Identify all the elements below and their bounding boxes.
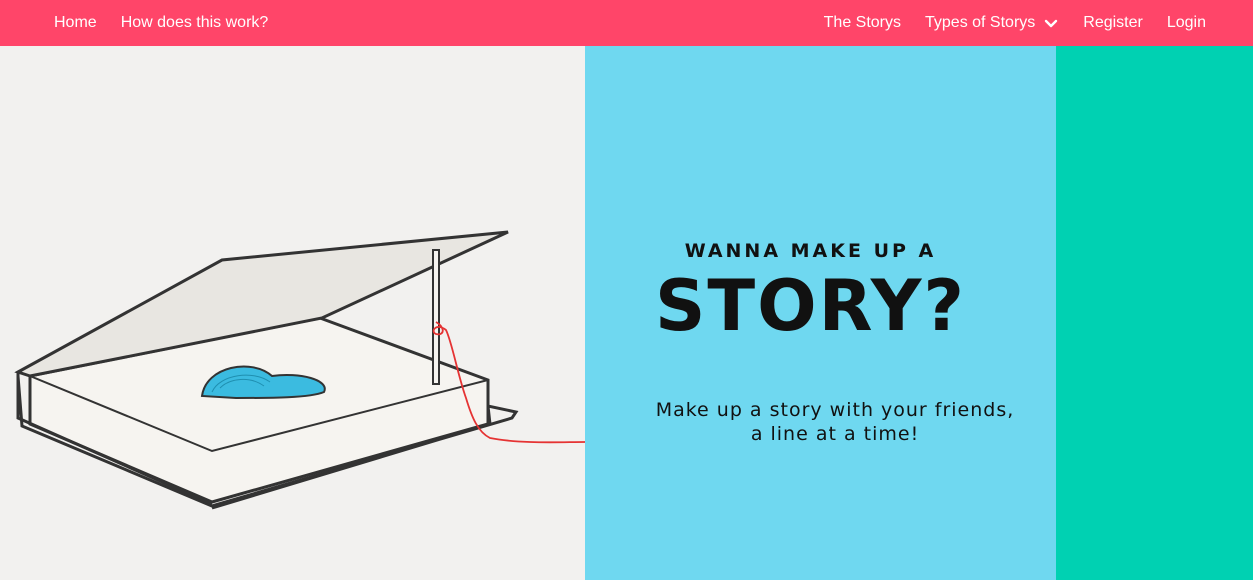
nav-types-dropdown[interactable]: Types of Storys [925, 0, 1059, 46]
chevron-down-icon [1045, 19, 1058, 28]
hero-tagline-line-1: Make up a story with your friends, [655, 399, 1015, 421]
nav-right: The Storys Types of Storys Register Logi… [824, 0, 1206, 46]
nav-register-link[interactable]: Register [1083, 0, 1143, 46]
hero-text-panel: WANNA MAKE UP A STORY? Make up a story w… [585, 46, 1056, 580]
hero-illustration-panel [0, 46, 585, 580]
hero-headline: STORY? [654, 265, 967, 347]
nav-login-link[interactable]: Login [1167, 0, 1206, 46]
nav-types-dropdown-label: Types of Storys [925, 14, 1036, 31]
nav-the-storys-link[interactable]: The Storys [824, 0, 901, 46]
nav-how-it-works-link[interactable]: How does this work? [121, 0, 269, 46]
hero-eyebrow: WANNA MAKE UP A [684, 240, 937, 262]
hero-tagline-line-2: a line at a time! [750, 423, 920, 445]
hero-banner: WANNA MAKE UP A STORY? Make up a story w… [0, 46, 1253, 580]
navbar: Home How does this work? The Storys Type… [0, 0, 1253, 46]
hero-tagline: Make up a story with your friends, a lin… [625, 398, 1045, 446]
nav-home-link[interactable]: Home [54, 0, 97, 46]
open-book-heart-illustration [14, 230, 585, 510]
hero-accent-panel [1056, 46, 1253, 580]
nav-left: Home How does this work? [54, 0, 292, 46]
